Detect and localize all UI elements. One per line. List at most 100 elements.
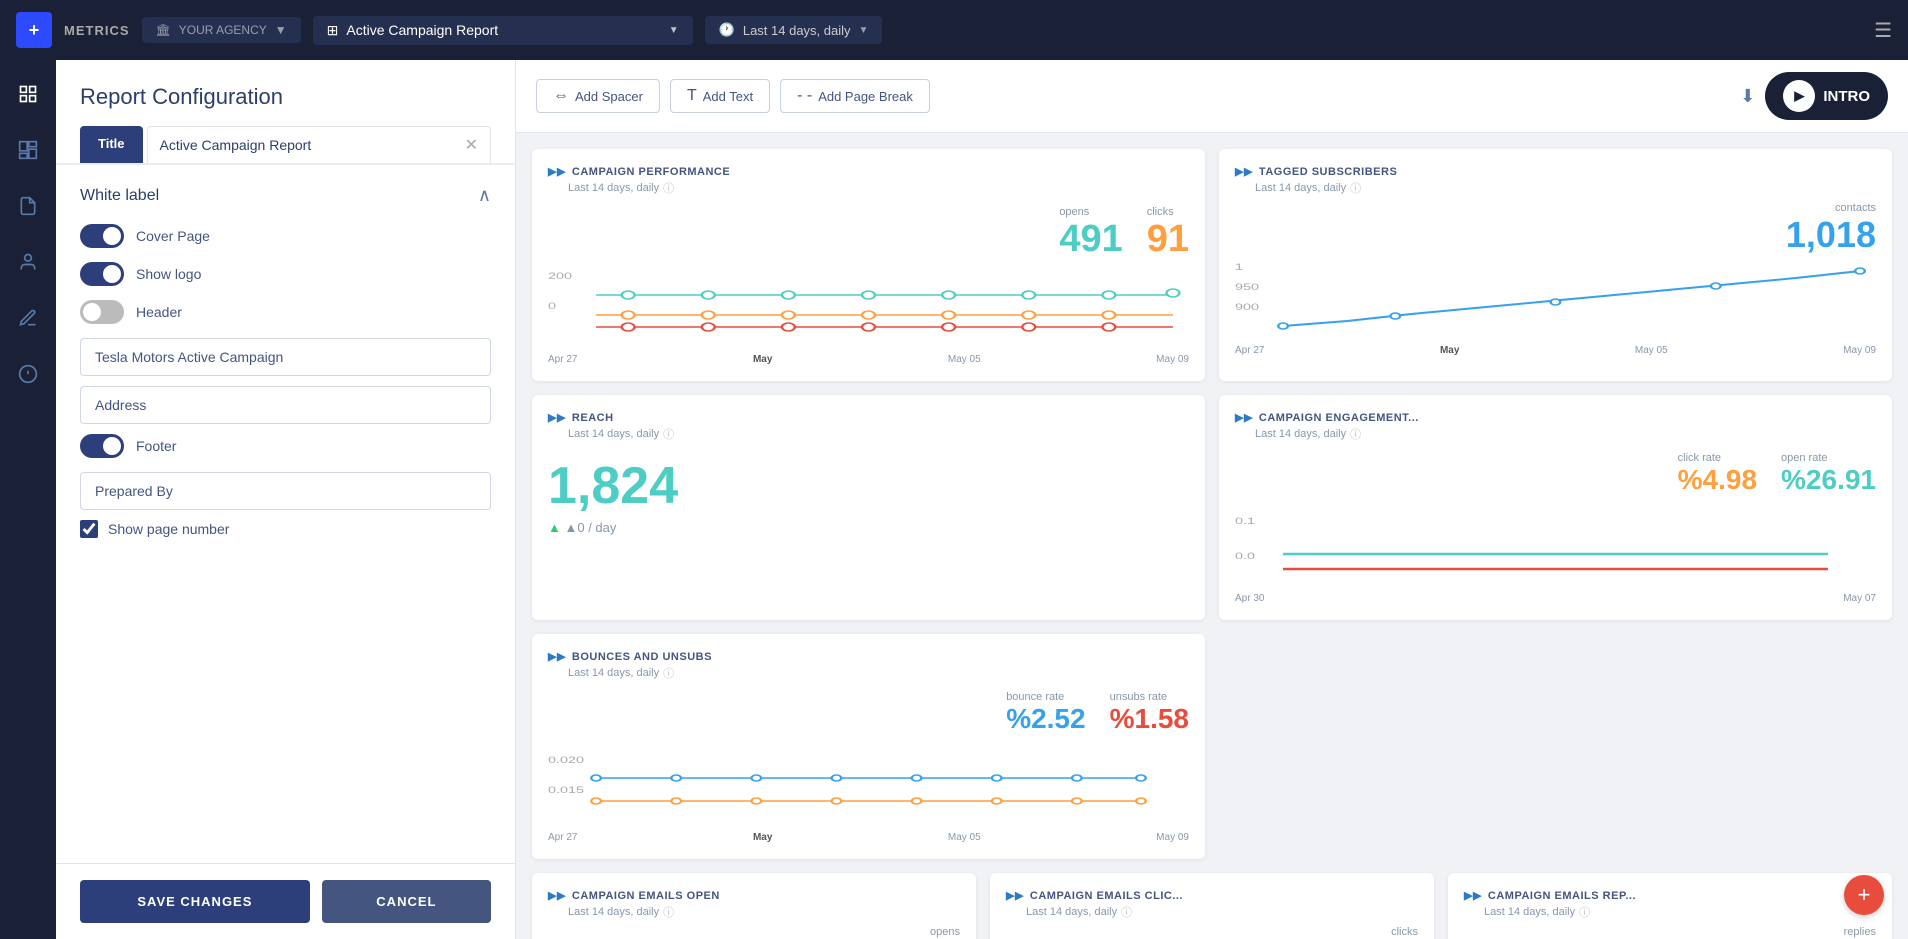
reach-icon: ▶▶ xyxy=(548,411,566,424)
bounces-chart: 0.020 0.015 xyxy=(548,743,1189,823)
address-input-row xyxy=(80,386,491,424)
report-icon: ⊞ xyxy=(327,22,339,39)
prepared-by-input-row xyxy=(80,472,491,510)
bounces-info-icon: ⓘ xyxy=(663,665,674,681)
collapse-btn[interactable]: ∧ xyxy=(478,185,491,206)
svg-text:0: 0 xyxy=(548,301,556,311)
add-page-break-button[interactable]: - - Add Page Break xyxy=(780,79,930,113)
campaign-input-row xyxy=(80,338,491,376)
emails-replies-metric: replies 0 xyxy=(1464,926,1876,939)
brand-logo[interactable]: + xyxy=(16,12,52,48)
tagged-info-icon: ⓘ xyxy=(1350,180,1361,196)
bounces-metrics: bounce rate %2.52 unsubs rate %1.58 xyxy=(548,691,1189,735)
white-label-section: White label ∧ Cover Page Show logo Heade… xyxy=(56,165,515,558)
date-label: Last 14 days, daily xyxy=(743,23,851,38)
text-icon: T xyxy=(687,87,697,105)
show-logo-toggle[interactable] xyxy=(80,262,124,286)
emails-open-info-icon: ⓘ xyxy=(663,904,674,920)
svg-text:0.1: 0.1 xyxy=(1235,516,1255,526)
tab-close-btn[interactable]: ✕ xyxy=(465,135,478,155)
campaign-input[interactable] xyxy=(80,338,491,376)
emails-clicks-title: ▶▶ CAMPAIGN EMAILS CLIC... xyxy=(1006,889,1418,902)
intro-badge[interactable]: ▶ INTRO xyxy=(1765,72,1888,120)
sidebar-info-icon[interactable] xyxy=(10,356,46,392)
header-toggle[interactable] xyxy=(80,300,124,324)
title-tab[interactable]: Title xyxy=(80,126,143,163)
tagged-icon: ▶▶ xyxy=(1235,165,1253,178)
agency-selector[interactable]: 🏛 YOUR AGENCY ▼ xyxy=(142,17,301,43)
show-logo-label: Show logo xyxy=(136,266,201,282)
report-selector[interactable]: ⊞ Active Campaign Report ▼ xyxy=(313,16,693,45)
play-icon: ▶ xyxy=(1783,80,1815,112)
download-icon[interactable]: ⬇ xyxy=(1740,86,1755,107)
left-sidebar xyxy=(0,60,56,939)
emails-clicks-card: ▶▶ CAMPAIGN EMAILS CLIC... Last 14 days,… xyxy=(990,873,1434,939)
toolbar: ⇔ Add Spacer T Add Text - - Add Page Bre… xyxy=(516,60,1908,133)
reach-title: ▶▶ REACH xyxy=(548,411,1189,424)
campaign-dates: Apr 27MayMay 05May 09 xyxy=(548,354,1189,365)
emails-clicks-subtitle: Last 14 days, daily ⓘ xyxy=(1026,904,1418,920)
header-label: Header xyxy=(136,304,182,320)
sidebar-reports-icon[interactable] xyxy=(10,188,46,224)
bounces-subtitle: Last 14 days, daily ⓘ xyxy=(568,665,1189,681)
add-fab-button[interactable]: + xyxy=(1844,875,1884,915)
config-panel: Report Configuration Title Active Campai… xyxy=(56,60,516,939)
emails-replies-icon: ▶▶ xyxy=(1464,889,1482,902)
bounces-icon: ▶▶ xyxy=(548,650,566,663)
tab-value-text: Active Campaign Report xyxy=(160,137,465,153)
campaign-performance-card: ▶▶ CAMPAIGN PERFORMANCE Last 14 days, da… xyxy=(532,149,1205,381)
engagement-chart: 0.1 0.0 xyxy=(1235,504,1876,584)
add-text-button[interactable]: T Add Text xyxy=(670,79,770,113)
reach-card: ▶▶ REACH Last 14 days, daily ⓘ 1,824 ▲ ▲… xyxy=(532,395,1205,620)
clock-icon: 🕐 xyxy=(719,22,735,38)
header-toggle-row: Header xyxy=(80,300,491,324)
address-input[interactable] xyxy=(80,386,491,424)
reach-value: 1,824 xyxy=(548,456,1189,516)
date-selector[interactable]: 🕐 Last 14 days, daily ▼ xyxy=(705,16,883,44)
page-number-row: Show page number xyxy=(80,520,491,538)
cancel-button[interactable]: CANCEL xyxy=(322,880,491,923)
sidebar-user-icon[interactable] xyxy=(10,244,46,280)
prepared-by-input[interactable] xyxy=(80,472,491,510)
footer-label: Footer xyxy=(136,438,176,454)
unsubs-rate-metric: unsubs rate %1.58 xyxy=(1110,691,1189,735)
svg-text:950: 950 xyxy=(1235,282,1259,292)
svg-text:0.015: 0.015 xyxy=(548,785,584,795)
agency-icon: 🏛 xyxy=(156,23,171,37)
sidebar-home-icon[interactable] xyxy=(10,76,46,112)
engagement-metrics: click rate %4.98 open rate %26.91 xyxy=(1235,452,1876,496)
emails-clicks-info-icon: ⓘ xyxy=(1121,904,1132,920)
tagged-dates: Apr 27MayMay 05May 09 xyxy=(1235,345,1876,356)
footer-toggle[interactable] xyxy=(80,434,124,458)
cover-page-label: Cover Page xyxy=(136,228,210,244)
emails-open-card: ▶▶ CAMPAIGN EMAILS OPEN Last 14 days, da… xyxy=(532,873,976,939)
report-dropdown-arrow: ▼ xyxy=(669,25,679,36)
bounce-rate-metric: bounce rate %2.52 xyxy=(1006,691,1085,735)
config-tab-bar: Title Active Campaign Report ✕ xyxy=(56,126,515,165)
click-rate-metric: click rate %4.98 xyxy=(1678,452,1757,496)
reach-sub: ▲ ▲0 / day xyxy=(548,520,1189,535)
sidebar-settings-icon[interactable] xyxy=(10,300,46,336)
dashboard-scroll[interactable]: ▶▶ CAMPAIGN PERFORMANCE Last 14 days, da… xyxy=(516,133,1908,939)
emails-open-metric: opens 491 xyxy=(548,926,960,939)
engagement-subtitle: Last 14 days, daily ⓘ xyxy=(1255,426,1876,442)
page-number-checkbox[interactable] xyxy=(80,520,98,538)
add-spacer-button[interactable]: ⇔ Add Spacer xyxy=(536,79,660,113)
agency-dropdown-arrow: ▼ xyxy=(275,23,287,37)
show-logo-toggle-row: Show logo xyxy=(80,262,491,286)
report-title-label: Active Campaign Report xyxy=(346,22,498,38)
hamburger-menu[interactable]: ☰ xyxy=(1874,18,1892,43)
engagement-dates: Apr 30May 07 xyxy=(1235,593,1876,604)
main-content: ⇔ Add Spacer T Add Text - - Add Page Bre… xyxy=(516,60,1908,939)
bottom-row: ▶▶ CAMPAIGN EMAILS OPEN Last 14 days, da… xyxy=(532,873,1892,939)
emails-open-icon: ▶▶ xyxy=(548,889,566,902)
save-changes-button[interactable]: SAVE CHANGES xyxy=(80,880,310,923)
sidebar-dashboard-icon[interactable] xyxy=(10,132,46,168)
cover-page-toggle[interactable] xyxy=(80,224,124,248)
tab-value-input[interactable]: Active Campaign Report ✕ xyxy=(147,126,492,163)
card-icon: ▶▶ xyxy=(548,165,566,178)
agency-label: YOUR AGENCY xyxy=(179,23,267,37)
emails-clicks-icon: ▶▶ xyxy=(1006,889,1024,902)
bounces-title: ▶▶ BOUNCES AND UNSUBS xyxy=(548,650,1189,663)
emails-open-subtitle: Last 14 days, daily ⓘ xyxy=(568,904,960,920)
